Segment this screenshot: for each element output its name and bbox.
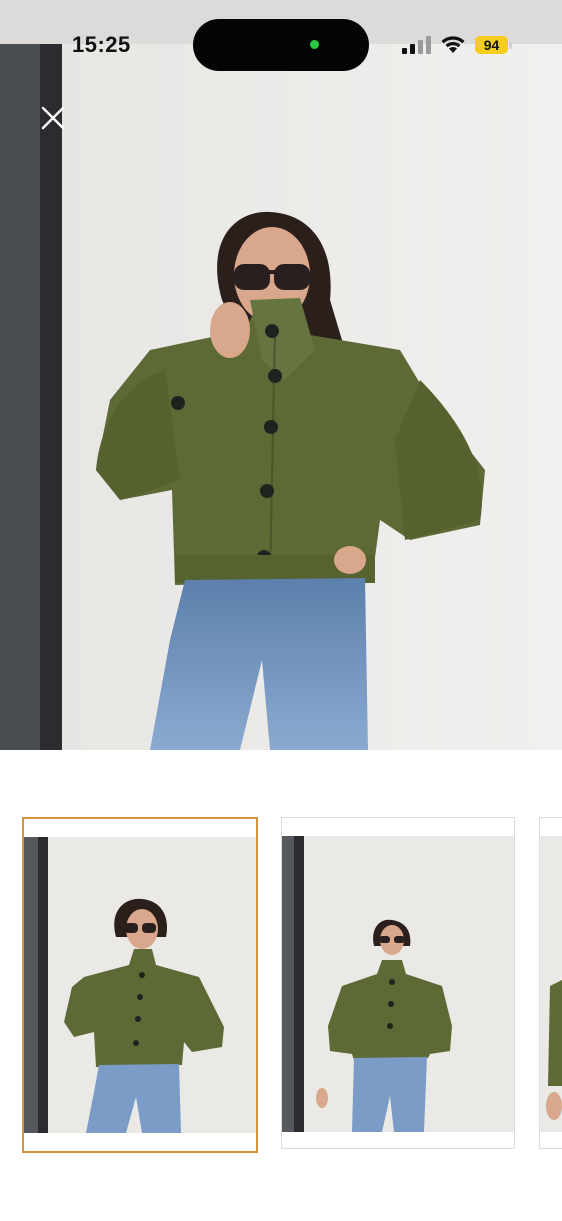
camera-indicator-dot: [310, 40, 319, 49]
battery-indicator: 94: [475, 36, 508, 54]
thumbnail-2[interactable]: [281, 817, 515, 1149]
status-time: 15:25: [72, 32, 131, 57]
thumbnail-2-image: [282, 836, 514, 1132]
cellular-signal-icon: [402, 36, 431, 54]
dynamic-island: [193, 19, 369, 71]
wifi-icon: [441, 36, 465, 53]
main-photo-illustration: [0, 0, 562, 750]
battery-tip: [509, 42, 512, 49]
thumbnail-3-image: [540, 836, 562, 1132]
thumbnail-1-image: [24, 837, 256, 1133]
thumbnail-3[interactable]: [539, 817, 562, 1149]
thumbnail-strip[interactable]: [0, 815, 562, 1155]
thumbnail-1[interactable]: [22, 817, 258, 1153]
main-product-image[interactable]: [0, 0, 562, 750]
close-icon: [41, 106, 65, 130]
close-button[interactable]: [36, 101, 70, 135]
status-bar: 15:25 94: [0, 0, 562, 90]
